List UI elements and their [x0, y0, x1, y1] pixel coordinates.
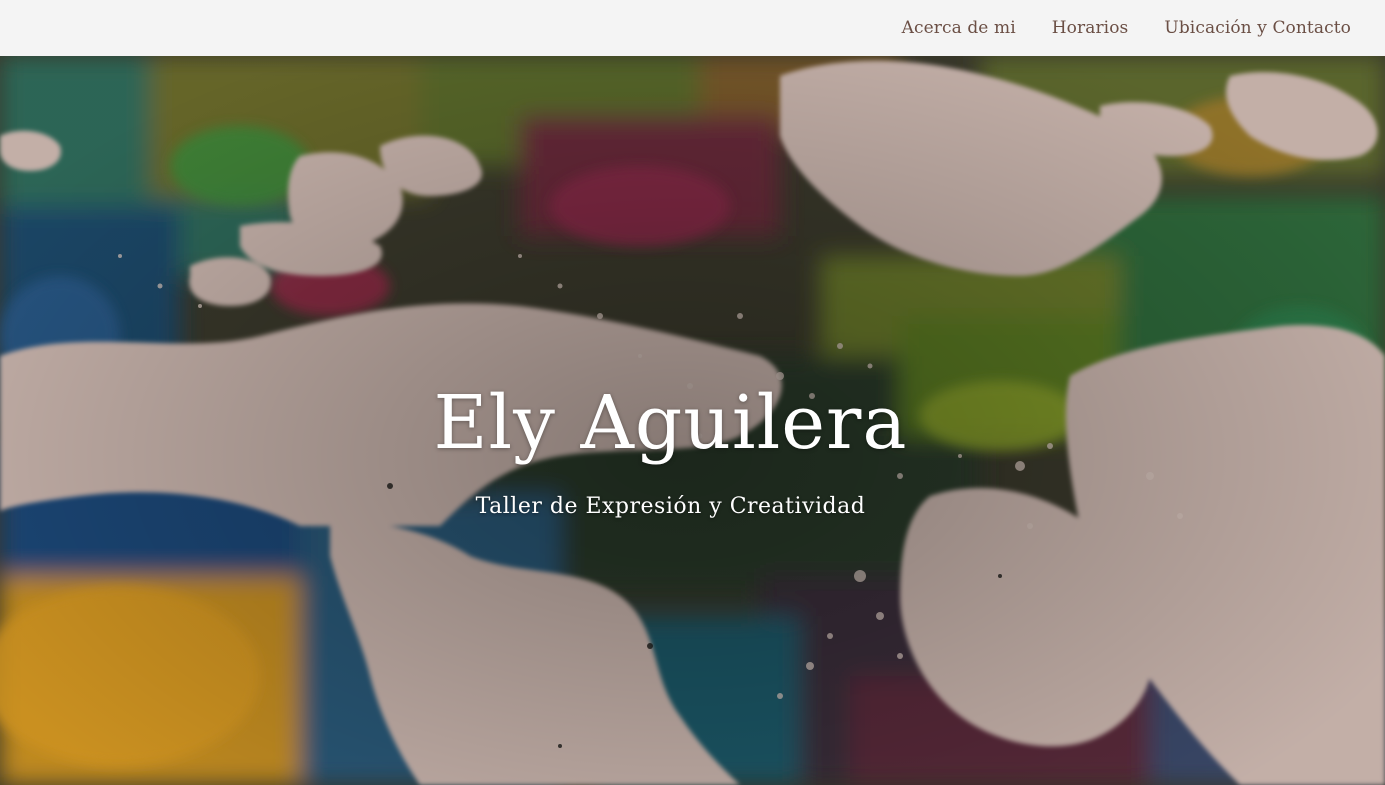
hero-section: Ely Aguilera Taller de Expresión y Creat…: [0, 56, 1385, 785]
site-title: Ely Aguilera: [433, 380, 908, 466]
site-tagline: Taller de Expresión y Creatividad: [475, 494, 866, 519]
nav-link-about[interactable]: Acerca de mi: [902, 18, 1016, 38]
nav-link-schedule[interactable]: Horarios: [1052, 18, 1129, 38]
hero-content: Ely Aguilera Taller de Expresión y Creat…: [0, 386, 1385, 519]
nav-link-location-contact[interactable]: Ubicación y Contacto: [1164, 18, 1351, 38]
top-navbar: Acerca de mi Horarios Ubicación y Contac…: [0, 0, 1385, 56]
nav-menu: Acerca de mi Horarios Ubicación y Contac…: [902, 0, 1351, 56]
